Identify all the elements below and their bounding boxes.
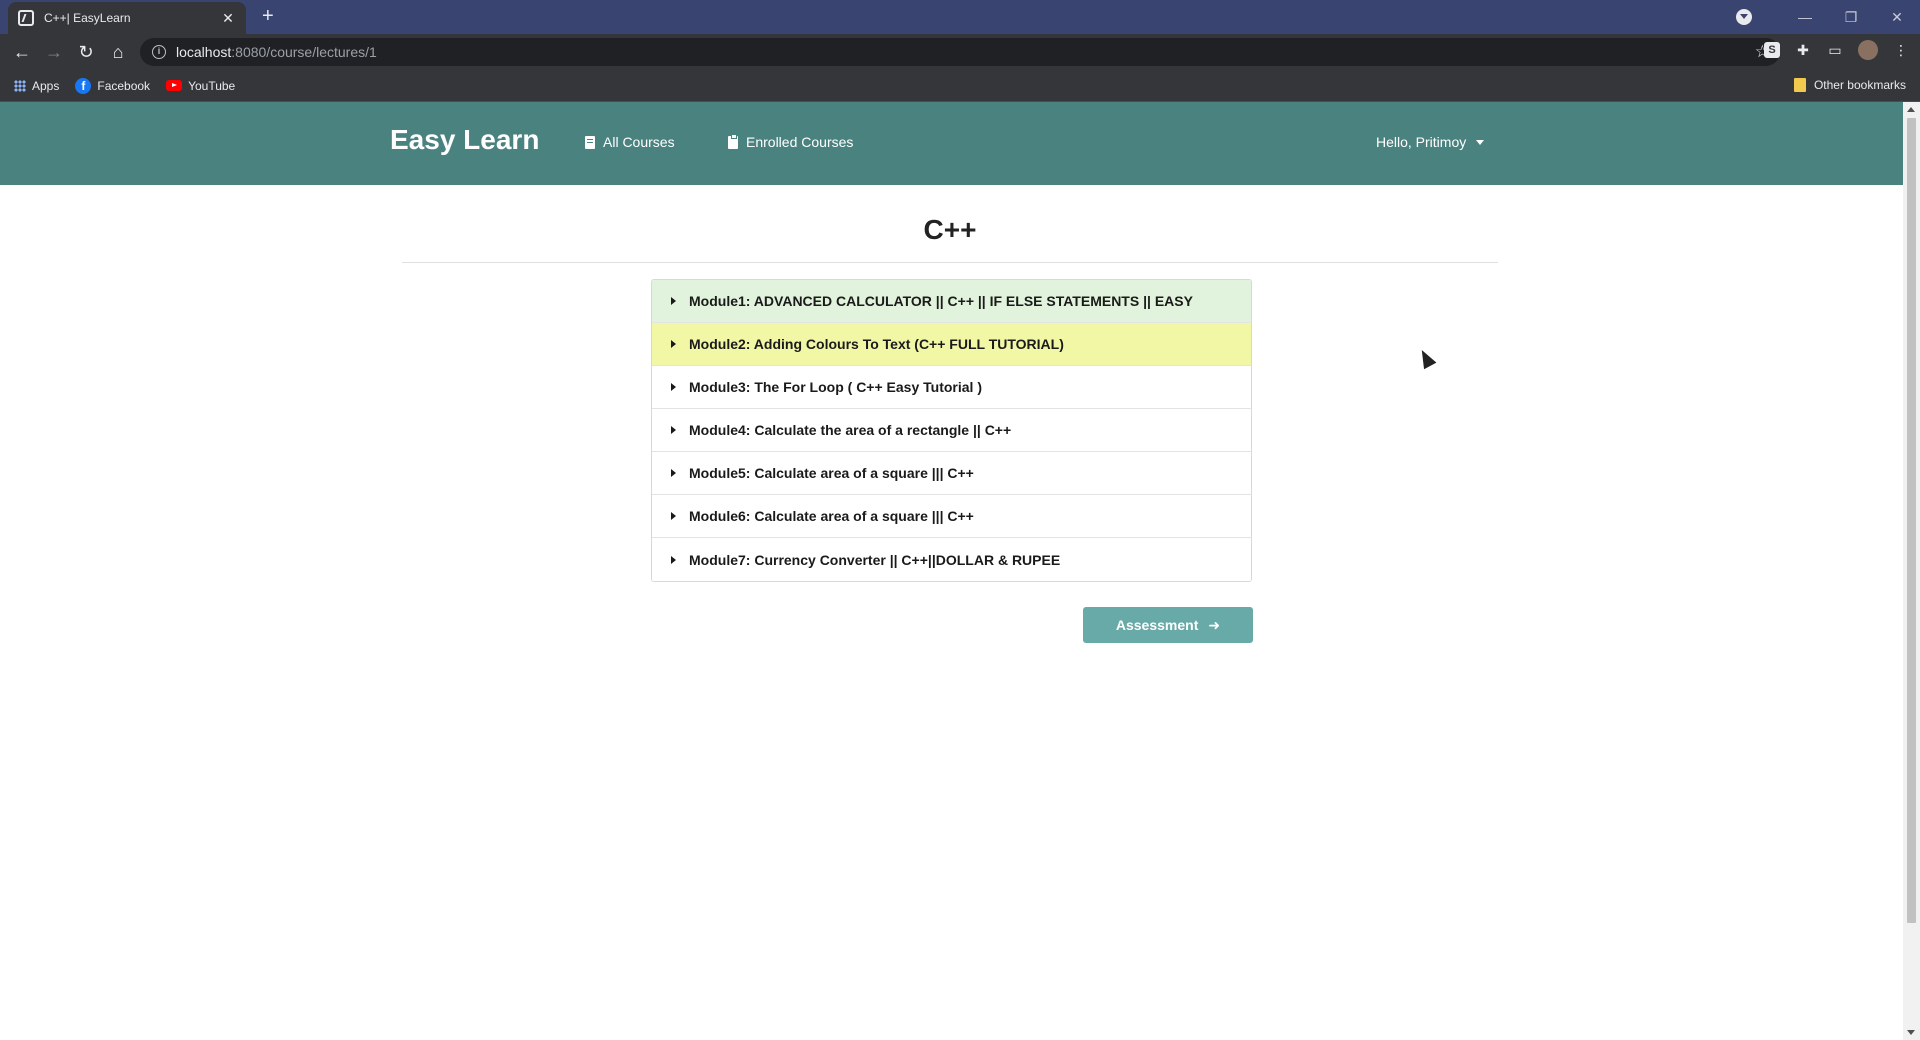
assessment-button-label: Assessment: [1115, 617, 1199, 633]
mouse-cursor-icon: [1415, 346, 1437, 370]
bookmark-apps[interactable]: Apps: [14, 79, 59, 93]
site-info-icon[interactable]: i: [152, 45, 166, 59]
nav-enrolled-courses-label: Enrolled Courses: [746, 134, 854, 150]
module-label: Module5: Calculate area of a square ||| …: [689, 465, 974, 481]
home-icon[interactable]: ⌂: [106, 40, 130, 64]
module-label: Module2: Adding Colours To Text (C++ FUL…: [689, 336, 1064, 352]
scroll-up-arrow-icon[interactable]: [1907, 107, 1915, 112]
page-title: C++: [923, 214, 977, 245]
caret-right-icon: [671, 555, 676, 564]
bookmark-facebook[interactable]: f Facebook: [75, 77, 151, 94]
brand-logo[interactable]: Easy Learn: [390, 124, 539, 156]
reload-icon[interactable]: ↻: [74, 40, 98, 64]
extensions-row: S ✚ ▭ ⋮: [1764, 40, 1910, 60]
folder-icon: [1793, 78, 1806, 92]
caret-right-icon: [671, 383, 676, 391]
other-bookmarks[interactable]: Other bookmarks: [1793, 78, 1906, 92]
module-list: Module1: ADVANCED CALCULATOR || C++ || I…: [651, 279, 1252, 582]
module-label: Module1: ADVANCED CALCULATOR || C++ || I…: [689, 293, 1193, 309]
tab-title: C++| EasyLearn: [44, 11, 131, 25]
bookmark-label: Facebook: [97, 78, 151, 93]
restore-icon[interactable]: ❐: [1828, 0, 1874, 34]
module-item[interactable]: Module4: Calculate the area of a rectang…: [652, 409, 1251, 452]
module-label: Module3: The For Loop ( C++ Easy Tutoria…: [689, 379, 982, 395]
nav-all-courses[interactable]: All Courses: [585, 134, 675, 150]
clipboard-icon: [728, 133, 738, 149]
scroll-thumb[interactable]: [1907, 118, 1916, 923]
browser-toolbar: ← → ↻ ⌂ i localhost :8080/course/lecture…: [0, 34, 1920, 70]
close-tab-icon[interactable]: ✕: [220, 10, 236, 27]
menu-kebab-icon[interactable]: ⋮: [1892, 41, 1910, 59]
page-viewport: Easy Learn All Courses Enrolled Courses …: [0, 102, 1903, 1040]
caret-right-icon: [671, 426, 676, 434]
caret-down-icon: [1476, 139, 1485, 145]
bookmarks-bar: Apps f Facebook YouTube Other bookmarks: [0, 70, 1920, 102]
module-item[interactable]: Module6: Calculate area of a square ||| …: [652, 495, 1251, 538]
module-label: Module6: Calculate area of a square ||| …: [689, 508, 974, 524]
window-controls: — ❐ ✕: [1736, 0, 1920, 34]
caret-right-icon: [671, 297, 676, 305]
bookmark-youtube[interactable]: YouTube: [166, 79, 235, 93]
book-icon: [585, 135, 595, 149]
assessment-button[interactable]: Assessment ➜: [1083, 607, 1253, 643]
browser-tab-bar: C++| EasyLearn ✕ + — ❐ ✕: [0, 0, 1920, 34]
user-menu-dropdown[interactable]: Hello, Pritimoy: [1376, 134, 1485, 150]
module-item[interactable]: Module7: Currency Converter || C++||DOLL…: [652, 538, 1251, 581]
cast-icon[interactable]: ▭: [1826, 41, 1844, 59]
address-bar[interactable]: i localhost :8080/course/lectures/1 ☆: [140, 38, 1780, 66]
module-label: Module7: Currency Converter || C++||DOLL…: [689, 551, 1061, 568]
arrow-right-icon: ➜: [1208, 616, 1221, 633]
apps-grid-icon: [14, 79, 26, 92]
browser-tab[interactable]: C++| EasyLearn ✕: [8, 2, 246, 34]
module-item[interactable]: Module1: ADVANCED CALCULATOR || C++ || I…: [652, 280, 1251, 323]
url-host: localhost: [176, 44, 232, 60]
easylearn-favicon-icon: [18, 10, 34, 26]
youtube-icon: [166, 80, 183, 91]
url-path: :8080/course/lectures/1: [231, 44, 377, 60]
back-arrow-icon[interactable]: ←: [10, 40, 34, 64]
facebook-icon: f: [75, 77, 92, 94]
new-tab-button[interactable]: +: [262, 6, 274, 26]
minimize-icon[interactable]: —: [1782, 0, 1828, 34]
caret-right-icon: [671, 340, 676, 348]
nav-enrolled-courses[interactable]: Enrolled Courses: [728, 133, 854, 150]
puzzle-extensions-icon[interactable]: ✚: [1794, 41, 1812, 59]
forward-arrow-icon[interactable]: →: [42, 40, 66, 64]
site-navbar: Easy Learn All Courses Enrolled Courses …: [0, 102, 1903, 185]
scroll-down-arrow-icon[interactable]: [1907, 1030, 1915, 1035]
profile-avatar[interactable]: [1858, 40, 1878, 60]
caret-right-icon: [671, 512, 676, 520]
s-extension-icon[interactable]: S: [1764, 42, 1780, 58]
module-label: Module4: Calculate the area of a rectang…: [689, 422, 1012, 438]
module-item[interactable]: Module2: Adding Colours To Text (C++ FUL…: [652, 323, 1251, 366]
user-greeting: Hello, Pritimoy: [1376, 134, 1467, 150]
tab-search-icon[interactable]: [1736, 9, 1752, 25]
page-scrollbar[interactable]: [1903, 102, 1920, 1040]
module-item[interactable]: Module5: Calculate area of a square ||| …: [652, 452, 1251, 495]
close-window-icon[interactable]: ✕: [1874, 0, 1920, 34]
other-bookmarks-label: Other bookmarks: [1813, 78, 1906, 92]
bookmark-label: Apps: [32, 78, 60, 93]
nav-all-courses-label: All Courses: [603, 134, 675, 150]
caret-right-icon: [671, 469, 676, 477]
module-item[interactable]: Module3: The For Loop ( C++ Easy Tutoria…: [652, 366, 1251, 409]
bookmark-label: YouTube: [188, 78, 236, 93]
divider: [402, 262, 1498, 263]
